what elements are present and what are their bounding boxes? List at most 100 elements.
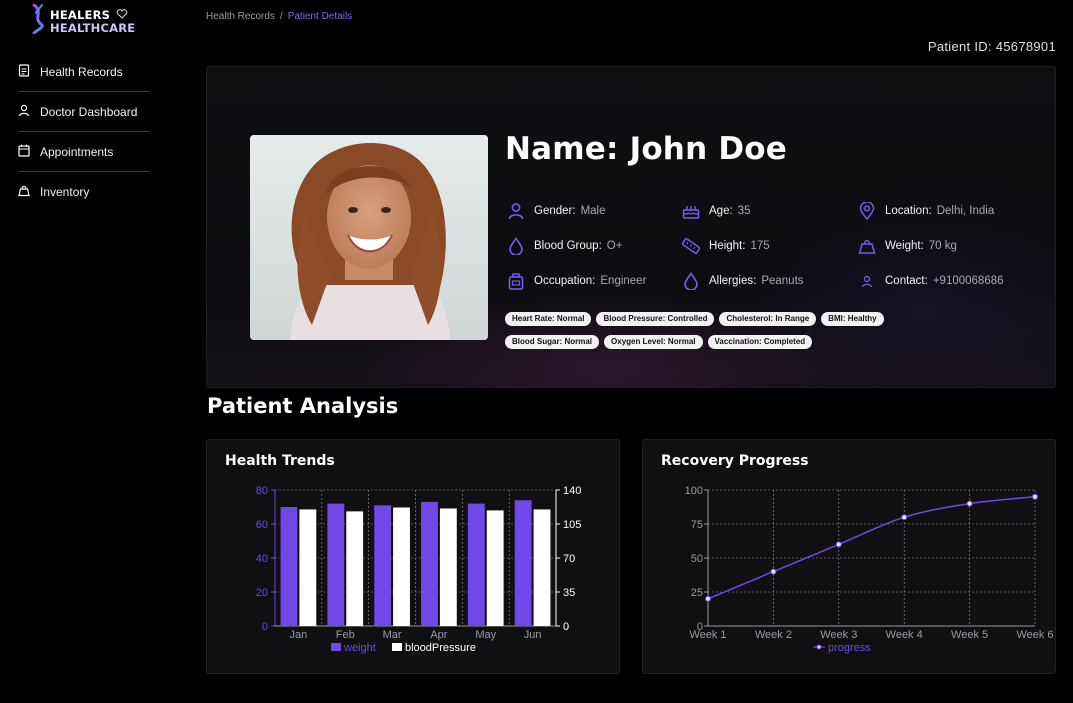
- field-blood-group: Blood Group: O+: [506, 236, 622, 256]
- breadcrumb-separator: /: [279, 11, 283, 22]
- y-tick-label-right: 105: [563, 519, 581, 531]
- brand-logo[interactable]: HEALERS HEALTHCARE: [30, 3, 135, 39]
- legend-swatch-bloodpressure: [392, 643, 402, 651]
- data-point[interactable]: [901, 514, 908, 521]
- field-gender: Gender: Male: [506, 201, 606, 221]
- data-point[interactable]: [705, 595, 711, 602]
- data-point[interactable]: [770, 568, 777, 575]
- location-value: Delhi, India: [936, 205, 995, 217]
- bar-bloodpressure[interactable]: [533, 509, 551, 626]
- x-tick-label: Week 2: [755, 629, 792, 641]
- occupation-label: Occupation:: [534, 275, 596, 287]
- y-tick-label: 75: [691, 519, 703, 531]
- allergies-value: Peanuts: [761, 275, 804, 287]
- x-tick-label: Jan: [290, 629, 308, 641]
- document-icon: [18, 63, 30, 80]
- status-badge: Blood Pressure: Controlled: [596, 312, 715, 326]
- weight-icon: [857, 236, 877, 256]
- age-value: 35: [737, 205, 751, 217]
- legend-label-progress[interactable]: progress: [828, 642, 871, 654]
- x-tick-label: Jun: [524, 629, 542, 641]
- grid: [274, 489, 557, 627]
- bar-weight[interactable]: [374, 505, 392, 626]
- sidebar-item-label: Appointments: [40, 144, 114, 159]
- y-tick-label-right: 140: [563, 485, 581, 497]
- y-tick-label: 100: [685, 485, 703, 497]
- section-title-patient-analysis: Patient Analysis: [207, 394, 399, 418]
- x-tick-label: May: [475, 629, 496, 641]
- bag-icon: [18, 184, 30, 200]
- field-allergies: Allergies: Peanuts: [681, 271, 804, 291]
- breadcrumb: Health Records / Patient Details: [206, 11, 352, 22]
- x-tick-label: Week 4: [886, 629, 923, 641]
- data-point[interactable]: [966, 500, 973, 507]
- data-point[interactable]: [835, 541, 842, 548]
- sidebar-item-inventory[interactable]: Inventory: [18, 172, 150, 211]
- legend-label-weight[interactable]: weight: [343, 642, 376, 654]
- x-tick-label: Week 3: [820, 629, 857, 641]
- breadcrumb-parent-link[interactable]: Health Records: [206, 11, 275, 22]
- bar-weight[interactable]: [514, 500, 532, 626]
- weight-value: 70 kg: [928, 240, 957, 252]
- contact-label: Contact:: [885, 275, 928, 287]
- drop-icon: [681, 271, 701, 291]
- gender-label: Gender:: [534, 205, 576, 217]
- occupation-value: Engineer: [600, 275, 647, 287]
- sidebar-item-label: Health Records: [40, 64, 123, 79]
- sidebar-item-appointments[interactable]: Appointments: [18, 132, 150, 172]
- status-badge: BMI: Healthy: [821, 312, 884, 326]
- health-status-tags: Heart Rate: Normal Blood Pressure: Contro…: [505, 308, 1025, 354]
- patient-id: Patient ID: 45678901: [927, 39, 1056, 54]
- recovery-progress-chart: 0255075100Week 1 Week 2 Week 3 Week 4 Week 5…: [685, 485, 1054, 654]
- bar-weight[interactable]: [421, 501, 438, 626]
- health-trends-card: Health Trends 0 20 40 60 80 0 35 70 105 140 Jan Feb…: [206, 439, 620, 674]
- status-badge: Vaccination: Completed: [707, 335, 813, 349]
- grid: [707, 489, 1036, 627]
- series-line-progress: [707, 496, 1036, 600]
- ruler-icon: [681, 236, 701, 256]
- y-tick-label-left: 80: [256, 485, 268, 497]
- bar-bloodpressure[interactable]: [299, 509, 317, 626]
- breadcrumb-current: Patient Details: [287, 11, 353, 22]
- bar-weight[interactable]: [327, 503, 345, 626]
- x-tick-label: Week 1: [689, 629, 726, 641]
- bar-bloodpressure[interactable]: [346, 511, 364, 626]
- bar-bloodpressure[interactable]: [393, 507, 410, 626]
- heart-icon: [116, 6, 128, 24]
- user-icon: [18, 104, 30, 120]
- sidebar-item-doctor-dashboard[interactable]: Doctor Dashboard: [18, 92, 150, 132]
- y-tick-label-left: 0: [262, 621, 268, 633]
- y-tick-label-left: 20: [256, 587, 268, 599]
- height-value: 175: [750, 240, 770, 252]
- age-label: Age:: [709, 205, 733, 217]
- y-tick-label: 50: [691, 553, 703, 565]
- bar-weight[interactable]: [467, 503, 485, 626]
- x-tick-label: Apr: [430, 629, 447, 641]
- x-tick-label: Feb: [336, 629, 355, 641]
- field-contact: Contact: +9100068686: [857, 271, 1004, 291]
- location-pin-icon: [857, 201, 877, 221]
- bar-bloodpressure[interactable]: [486, 510, 504, 626]
- y-tick-label-left: 60: [256, 519, 268, 531]
- sidebar-nav: Health Records Doctor Dashboard Appointm…: [18, 52, 150, 211]
- legend-label-bloodpressure[interactable]: bloodPressure: [405, 642, 476, 654]
- y-tick-label-right: 35: [563, 587, 575, 599]
- allergies-label: Allergies:: [709, 275, 757, 287]
- status-badge: Heart Rate: Normal: [505, 312, 592, 326]
- bar-weight[interactable]: [280, 507, 298, 626]
- data-point[interactable]: [1032, 493, 1038, 500]
- y-tick-label-left: 40: [256, 553, 268, 565]
- sidebar-item-label: Doctor Dashboard: [40, 104, 138, 119]
- y-tick-label-right: 0: [563, 621, 569, 633]
- health-trends-chart: 0 20 40 60 80 0 35 70 105 140 Jan Feb Mar Apr May Jun we…: [256, 485, 582, 654]
- x-tick-label: Mar: [383, 629, 402, 641]
- bar-bloodpressure[interactable]: [439, 508, 457, 626]
- field-location: Location: Delhi, India: [857, 201, 994, 221]
- x-tick-label: Week 5: [951, 629, 988, 641]
- status-badge: Blood Sugar: Normal: [505, 335, 600, 349]
- contact-value: +9100068686: [932, 275, 1004, 287]
- recovery-progress-card: Recovery Progress 0 25 50 75 100 Week 1 Week 2…: [642, 439, 1056, 674]
- sidebar-item-health-records[interactable]: Health Records: [18, 52, 150, 92]
- drop-icon: [506, 236, 526, 256]
- status-badge: Cholesterol: In Range: [719, 312, 817, 326]
